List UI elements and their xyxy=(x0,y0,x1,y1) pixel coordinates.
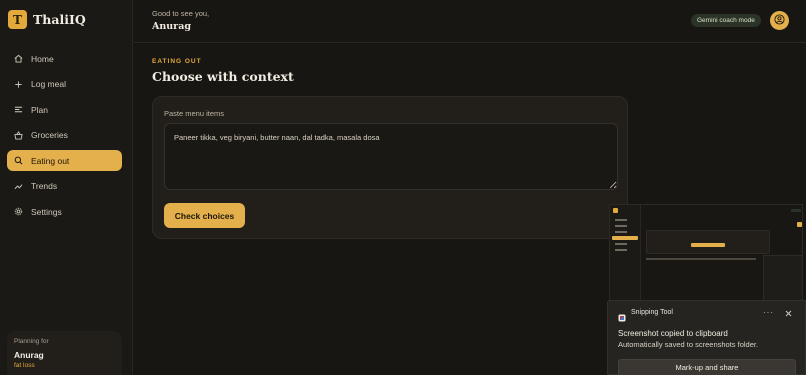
trend-icon xyxy=(14,182,23,191)
sidebar-item-label: Home xyxy=(31,53,54,64)
greeting: Good to see you, xyxy=(152,9,210,18)
sidebar-item-label: Log meal xyxy=(31,79,66,89)
plus-icon xyxy=(14,80,23,89)
planning-name: Anurag xyxy=(14,350,44,360)
thumbnail-text-line xyxy=(646,258,756,260)
thumbnail-badge xyxy=(791,209,801,212)
sidebar-item-label: Settings xyxy=(31,206,62,217)
top-header: Good to see you, Anurag Gemini coach mod… xyxy=(134,0,806,43)
sidebar-item-label: Trends xyxy=(31,181,58,191)
thumbnail-nav-item xyxy=(612,230,638,234)
thumbnail-card xyxy=(646,230,770,254)
screenshot-thumbnail[interactable] xyxy=(609,204,803,301)
notification-app-name: Snipping Tool xyxy=(631,309,673,316)
thumbnail-nav-item xyxy=(612,248,638,252)
sidebar-item-groceries[interactable]: Groceries xyxy=(7,125,122,146)
sidebar-item-settings[interactable]: Settings xyxy=(7,201,122,222)
menu-field-label: Paste menu items xyxy=(164,109,225,118)
snipping-tool-icon xyxy=(618,309,626,322)
page-title: Choose with context xyxy=(152,69,294,84)
avatar-button[interactable] xyxy=(770,11,789,30)
sidebar-item-label: Eating out xyxy=(31,155,70,166)
close-icon[interactable] xyxy=(783,306,794,317)
sidebar-item-eating-out[interactable]: Eating out xyxy=(7,150,122,171)
sidebar-item-trends[interactable]: Trends xyxy=(7,176,122,197)
thumbnail-nav-item xyxy=(612,224,638,228)
markup-and-share-button[interactable]: Mark-up and share xyxy=(618,359,796,375)
menu-check-card: Paste menu items Paneer tikka, veg birya… xyxy=(152,96,628,239)
thumbnail-nav-item xyxy=(612,242,638,246)
sidebar-item-log-meal[interactable]: Log meal xyxy=(7,74,122,95)
planning-goal: fat loss xyxy=(14,362,35,369)
thumbnail-sidebar xyxy=(610,205,641,300)
gear-icon xyxy=(14,207,23,216)
notification-title: Screenshot copied to clipboard xyxy=(618,329,728,338)
list-icon xyxy=(14,105,23,114)
home-icon xyxy=(14,54,23,63)
search-icon xyxy=(14,156,23,165)
planning-card[interactable]: Planning for Anurag fat loss xyxy=(7,331,122,375)
user-name: Anurag xyxy=(152,21,191,32)
thumbnail-logo xyxy=(613,208,618,213)
sidebar-item-plan[interactable]: Plan xyxy=(7,99,122,120)
section-eyebrow: EATING OUT xyxy=(152,58,202,65)
basket-icon xyxy=(14,130,23,140)
coach-mode-badge[interactable]: Gemini coach mode xyxy=(691,14,761,27)
notification-body: Automatically saved to screenshots folde… xyxy=(618,340,759,349)
snipping-tool-notification[interactable]: Snipping Tool ··· Screenshot copied to c… xyxy=(607,300,806,375)
sidebar-item-label: Plan xyxy=(31,104,49,115)
sidebar-nav: Home Log meal Plan Groceries Eating out xyxy=(7,48,122,227)
thumbnail-panel xyxy=(763,255,802,300)
sidebar-item-label: Groceries xyxy=(31,130,68,140)
sidebar-item-home[interactable]: Home xyxy=(7,48,122,69)
app-name: ThaliIQ xyxy=(33,12,86,27)
thumbnail-button xyxy=(691,243,725,247)
brand-logo: T xyxy=(8,10,27,29)
menu-items-input[interactable]: Paneer tikka, veg biryani, butter naan, … xyxy=(164,123,618,190)
thumbnail-nav-active xyxy=(612,236,638,240)
brand[interactable]: T ThaliIQ xyxy=(8,10,86,29)
thumbnail-nav-item xyxy=(612,218,638,222)
check-choices-button[interactable]: Check choices xyxy=(164,203,245,228)
thumbnail-avatar xyxy=(797,222,802,227)
sidebar: T ThaliIQ Home Log meal Plan Groceries E… xyxy=(0,0,133,375)
planning-label: Planning for xyxy=(14,338,49,345)
more-options-button[interactable]: ··· xyxy=(763,308,774,317)
user-circle-icon xyxy=(774,12,785,30)
